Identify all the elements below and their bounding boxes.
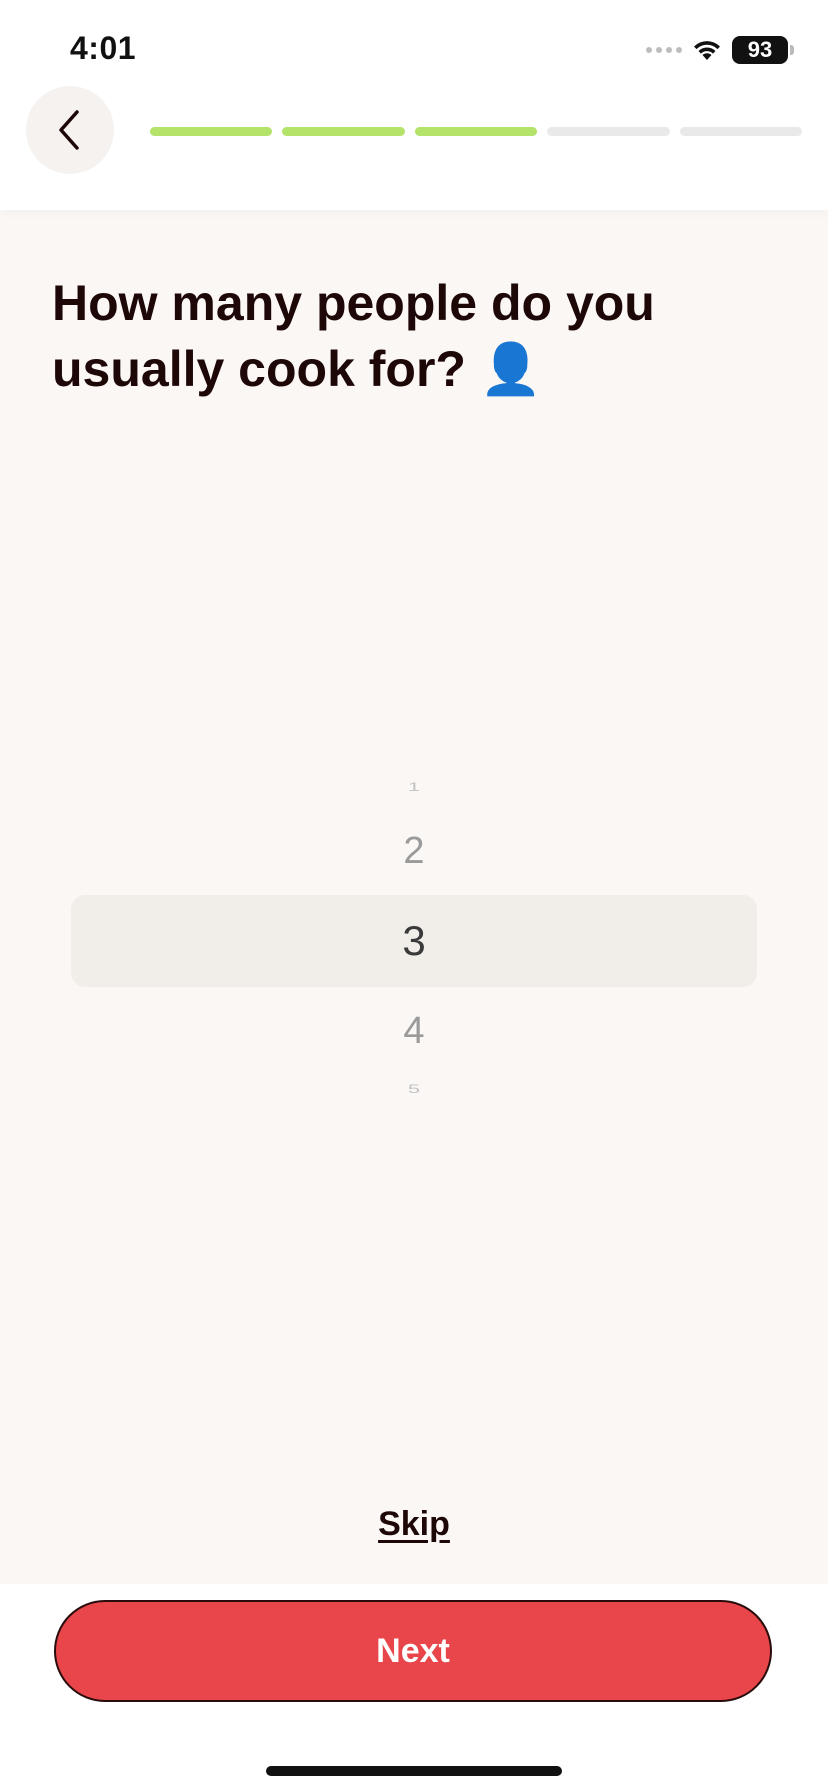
progress-segment-5 (679, 127, 803, 136)
cellular-signal-icon (646, 47, 682, 53)
status-time: 4:01 (70, 30, 137, 66)
next-button[interactable]: Next (54, 1600, 772, 1702)
status-icons: 93 (646, 34, 794, 66)
progress-segment-1 (150, 127, 273, 136)
battery-icon: 93 (732, 36, 794, 64)
wifi-icon (694, 41, 720, 60)
progress-bar (150, 127, 803, 136)
picker-option-4[interactable]: 4 (71, 1010, 757, 1053)
progress-segment-3 (414, 127, 538, 136)
back-button[interactable] (26, 86, 114, 174)
progress-segment-2 (282, 127, 405, 136)
picker-option-3-selected[interactable]: 3 (71, 917, 757, 965)
picker-option-5[interactable]: 5 (71, 1082, 757, 1096)
chevron-left-icon (59, 110, 79, 150)
home-indicator (266, 1766, 562, 1776)
servings-picker[interactable]: 1 2 3 4 5 (71, 770, 757, 1130)
question-text: How many people do you usually cook for? (52, 275, 655, 397)
battery-level: 93 (732, 36, 788, 64)
person-icon: 👤 (479, 340, 543, 398)
footer: Next (0, 1584, 828, 1792)
skip-link[interactable]: Skip (0, 1505, 828, 1544)
picker-option-1[interactable]: 1 (71, 780, 757, 794)
header: 4:01 93 (0, 0, 828, 210)
progress-segment-4 (547, 127, 670, 136)
picker-option-2[interactable]: 2 (71, 830, 757, 873)
question-title: How many people do you usually cook for?… (52, 270, 772, 402)
